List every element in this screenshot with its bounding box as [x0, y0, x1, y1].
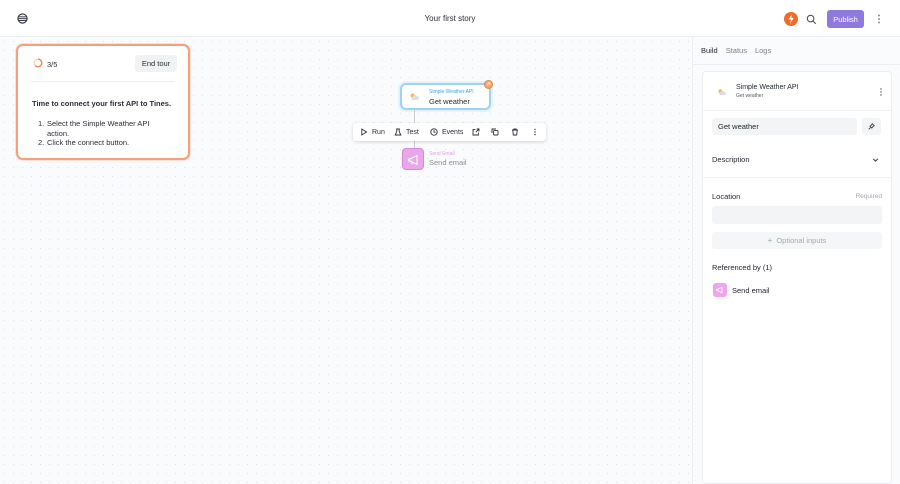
events-label: Events	[442, 128, 464, 136]
events-button[interactable]: Events	[430, 123, 463, 141]
pin-icon	[868, 123, 875, 130]
reference-name: Send email	[732, 286, 770, 295]
open-external-icon[interactable]	[472, 128, 480, 136]
tab-status[interactable]: Status	[726, 46, 747, 55]
location-input[interactable]	[712, 206, 882, 224]
more-options-icon[interactable]	[879, 87, 883, 97]
tour-panel: 3/5 End tour Time to connect your first …	[16, 44, 190, 160]
weather-cloud-icon	[718, 89, 726, 96]
avatar-lightning-icon	[788, 14, 794, 24]
node-toolbar: Run Test Events	[353, 123, 546, 141]
plus-icon: +	[767, 236, 773, 245]
action-config-card: Simple Weather API Get weather Get weath…	[702, 71, 892, 484]
run-button[interactable]: Run	[360, 123, 385, 141]
trash-icon[interactable]	[511, 128, 519, 136]
description-section[interactable]: Description	[712, 155, 882, 167]
tour-step: 1. Select the Simple Weather API action.	[38, 119, 168, 138]
panel-tabs: Build Status Logs	[701, 46, 779, 55]
tour-steps: 1. Select the Simple Weather API action. …	[38, 119, 168, 148]
referenced-by-label: Referenced by (1)	[712, 263, 773, 272]
action-node-get-weather[interactable]: Simple Weather API Get weather	[400, 83, 491, 110]
divider	[31, 81, 175, 82]
description-label: Description	[712, 155, 750, 164]
megaphone-icon	[716, 286, 723, 294]
run-label: Run	[372, 128, 385, 136]
action-details-panel: Build Status Logs Simple Weather API Get…	[692, 37, 900, 484]
test-label: Test	[406, 128, 419, 136]
tour-step-text: Click the connect button.	[47, 138, 130, 147]
play-icon	[361, 128, 368, 136]
story-title[interactable]: Your first story	[0, 14, 900, 23]
pin-button[interactable]	[862, 118, 881, 135]
connect-badge-icon[interactable]	[484, 80, 493, 89]
action-node-send-email[interactable]: Send Email Send email	[402, 148, 472, 172]
action-name-input[interactable]: Get weather	[712, 118, 857, 135]
tour-step-text: Select the Simple Weather API action.	[47, 119, 150, 138]
duplicate-icon[interactable]	[491, 128, 499, 136]
divider	[703, 177, 891, 178]
more-options-icon[interactable]	[876, 13, 882, 25]
publish-button[interactable]: Publish	[827, 10, 864, 28]
tour-progress: 3/5	[47, 60, 58, 69]
test-button[interactable]: Test	[394, 123, 419, 141]
divider	[703, 110, 891, 111]
avatar[interactable]	[784, 12, 798, 26]
location-label: Location	[712, 192, 741, 201]
optional-inputs-label: Optional inputs	[776, 236, 827, 245]
tour-step: 2. Click the connect button.	[38, 138, 130, 147]
search-icon[interactable]	[806, 14, 817, 25]
node-name: Get weather	[429, 97, 470, 106]
tab-build[interactable]: Build	[701, 46, 718, 55]
progress-ring-icon	[33, 58, 43, 68]
tour-heading: Time to connect your first API to Tines.	[32, 99, 172, 108]
node-type-label: Simple Weather API	[429, 89, 474, 95]
send-email-icon	[402, 148, 424, 170]
referenced-item-send-email[interactable]: Send email	[712, 282, 812, 298]
events-icon	[430, 128, 438, 136]
end-tour-button[interactable]: End tour	[135, 55, 177, 72]
top-bar: Your first story Publish	[0, 0, 900, 37]
chevron-down-icon	[872, 158, 879, 162]
tab-logs[interactable]: Logs	[755, 46, 771, 55]
divider	[693, 64, 900, 65]
link-icon	[486, 82, 491, 86]
optional-inputs-button[interactable]: + Optional inputs	[712, 232, 882, 249]
weather-cloud-icon	[410, 93, 419, 100]
flask-icon	[394, 128, 402, 136]
node-name: Send email	[429, 158, 467, 167]
send-email-icon	[713, 283, 727, 297]
required-indicator: Required	[855, 193, 882, 200]
action-subtitle: Get weather	[736, 93, 764, 99]
action-title: Simple Weather API	[736, 84, 799, 91]
node-type-label: Send Email	[429, 151, 455, 157]
more-options-icon[interactable]	[531, 128, 539, 136]
megaphone-icon	[408, 154, 418, 166]
